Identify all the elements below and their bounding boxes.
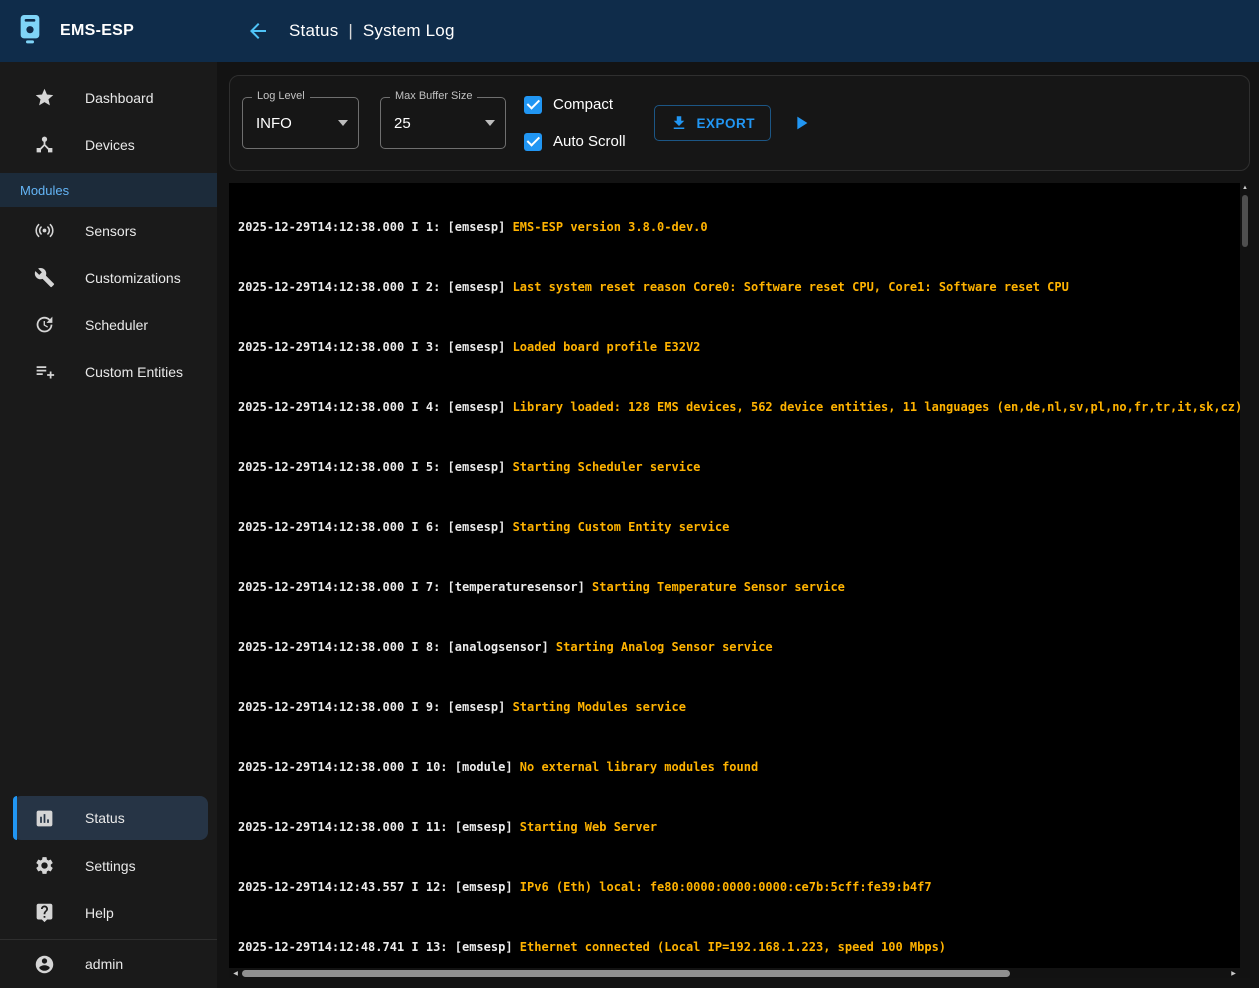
- log-line: 2025-12-29T14:12:38.000 I 6: [emsesp] St…: [238, 520, 1240, 535]
- horizontal-scrollbar-thumb[interactable]: [242, 970, 1010, 977]
- chevron-down-icon: [338, 120, 348, 126]
- compact-option: Compact: [524, 91, 626, 118]
- compact-checkbox[interactable]: [524, 96, 542, 114]
- auto-scroll-label: Auto Scroll: [553, 133, 626, 150]
- sidebar-item-label: admin: [85, 956, 123, 972]
- max-buffer-size-value: 25: [394, 115, 411, 132]
- scroll-up-arrow-icon[interactable]: ▲: [1240, 183, 1250, 194]
- breadcrumb-section: Status: [289, 21, 338, 41]
- sidebar-item-status[interactable]: Status: [13, 796, 208, 840]
- account-icon: [33, 953, 55, 975]
- log-level-value: INFO: [256, 115, 292, 132]
- log-console: 2025-12-29T14:12:38.000 I 1: [emsesp] EM…: [229, 183, 1250, 978]
- scrollbar-corner: [1240, 968, 1250, 978]
- back-button[interactable]: [243, 16, 273, 46]
- gear-icon: [33, 855, 55, 877]
- sidebar: EMS-ESP Dashboard Devices Modules S: [0, 0, 217, 988]
- sidebar-item-scheduler[interactable]: Scheduler: [0, 301, 217, 348]
- log-level-select[interactable]: Log Level INFO: [242, 97, 359, 149]
- sidebar-item-devices[interactable]: Devices: [0, 121, 217, 168]
- compact-label: Compact: [553, 96, 613, 113]
- sidebar-item-sensors[interactable]: Sensors: [0, 207, 217, 254]
- sidebar-item-label: Sensors: [85, 223, 136, 239]
- sidebar-item-help[interactable]: Help: [0, 889, 217, 936]
- log-line: 2025-12-29T14:12:38.000 I 2: [emsesp] La…: [238, 280, 1240, 295]
- chevron-down-icon: [485, 120, 495, 126]
- resume-log-button[interactable]: [786, 108, 816, 138]
- help-icon: [33, 902, 55, 924]
- log-level-label: Log Level: [252, 90, 310, 102]
- vertical-scrollbar-thumb[interactable]: [1242, 195, 1248, 247]
- sidebar-section-modules: Modules: [0, 173, 217, 207]
- sidebar-item-settings[interactable]: Settings: [0, 842, 217, 889]
- download-icon: [670, 114, 688, 132]
- log-line: 2025-12-29T14:12:38.000 I 5: [emsesp] St…: [238, 460, 1240, 475]
- log-line: 2025-12-29T14:12:38.000 I 3: [emsesp] Lo…: [238, 340, 1240, 355]
- log-toolbar: Log Level INFO Max Buffer Size 25 Compac…: [229, 75, 1250, 171]
- breadcrumb-separator: |: [348, 21, 352, 41]
- star-icon: [33, 87, 55, 109]
- auto-scroll-checkbox[interactable]: [524, 133, 542, 151]
- sidebar-item-label: Devices: [85, 137, 135, 153]
- breadcrumb: Status | System Log: [289, 21, 455, 41]
- auto-scroll-option: Auto Scroll: [524, 128, 626, 155]
- log-line: 2025-12-29T14:12:38.000 I 1: [emsesp] EM…: [238, 220, 1240, 235]
- sidebar-item-label: Custom Entities: [85, 364, 183, 380]
- log-line: 2025-12-29T14:12:38.000 I 7: [temperatur…: [238, 580, 1240, 595]
- horizontal-scrollbar[interactable]: ◀ ▶: [229, 968, 1240, 978]
- content-area: Log Level INFO Max Buffer Size 25 Compac…: [217, 62, 1259, 988]
- sidebar-item-admin[interactable]: admin: [0, 940, 217, 988]
- log-line: 2025-12-29T14:12:43.557 I 12: [emsesp] I…: [238, 880, 1240, 895]
- sidebar-item-label: Settings: [85, 858, 136, 874]
- clock-update-icon: [33, 314, 55, 336]
- sidebar-item-custom-entities[interactable]: Custom Entities: [0, 348, 217, 395]
- sidebar-item-dashboard[interactable]: Dashboard: [0, 74, 217, 121]
- log-line: 2025-12-29T14:12:38.000 I 8: [analogsens…: [238, 640, 1240, 655]
- app-root: EMS-ESP Dashboard Devices Modules S: [0, 0, 1259, 988]
- app-bar: Status | System Log: [217, 0, 1259, 62]
- scroll-left-arrow-icon[interactable]: ◀: [229, 970, 242, 977]
- sidebar-nav-top: Dashboard Devices Modules Sensors Custo: [0, 62, 217, 395]
- page-title: System Log: [363, 21, 455, 41]
- max-buffer-size-select[interactable]: Max Buffer Size 25: [380, 97, 506, 149]
- app-logo: EMS-ESP: [0, 0, 217, 62]
- arrow-left-icon: [246, 19, 270, 43]
- play-icon: [790, 112, 812, 134]
- log-line: 2025-12-29T14:12:38.000 I 9: [emsesp] St…: [238, 700, 1240, 715]
- max-buffer-size-label: Max Buffer Size: [390, 90, 477, 102]
- playlist-add-icon: [33, 361, 55, 383]
- log-line: 2025-12-29T14:12:38.000 I 11: [emsesp] S…: [238, 820, 1240, 835]
- analytics-icon: [33, 807, 55, 829]
- sidebar-item-label: Status: [85, 810, 125, 826]
- main-panel: Status | System Log Log Level INFO Max B…: [217, 0, 1259, 988]
- sidebar-item-label: Dashboard: [85, 90, 154, 106]
- sidebar-item-label: Customizations: [85, 270, 181, 286]
- scroll-right-arrow-icon[interactable]: ▶: [1227, 970, 1240, 977]
- device-hub-icon: [33, 134, 55, 156]
- log-line: 2025-12-29T14:12:38.000 I 10: [module] N…: [238, 760, 1240, 775]
- log-line: 2025-12-29T14:12:48.741 I 13: [emsesp] E…: [238, 940, 1240, 955]
- sidebar-item-customizations[interactable]: Customizations: [0, 254, 217, 301]
- app-title: EMS-ESP: [60, 22, 134, 40]
- export-button[interactable]: EXPORT: [654, 105, 772, 141]
- log-line: 2025-12-29T14:12:38.000 I 4: [emsesp] Li…: [238, 400, 1240, 415]
- vertical-scrollbar[interactable]: ▲: [1240, 183, 1250, 968]
- wrench-icon: [33, 267, 55, 289]
- log-options: Compact Auto Scroll: [524, 91, 626, 155]
- sidebar-item-label: Scheduler: [85, 317, 148, 333]
- sidebar-item-label: Help: [85, 905, 114, 921]
- ems-esp-logo-icon: [14, 13, 46, 50]
- sensors-icon: [33, 220, 55, 242]
- log-output: 2025-12-29T14:12:38.000 I 1: [emsesp] EM…: [229, 183, 1240, 968]
- export-button-label: EXPORT: [697, 116, 756, 131]
- selected-indicator: [13, 796, 17, 840]
- sidebar-nav-bottom: Status Settings Help admin: [0, 796, 217, 988]
